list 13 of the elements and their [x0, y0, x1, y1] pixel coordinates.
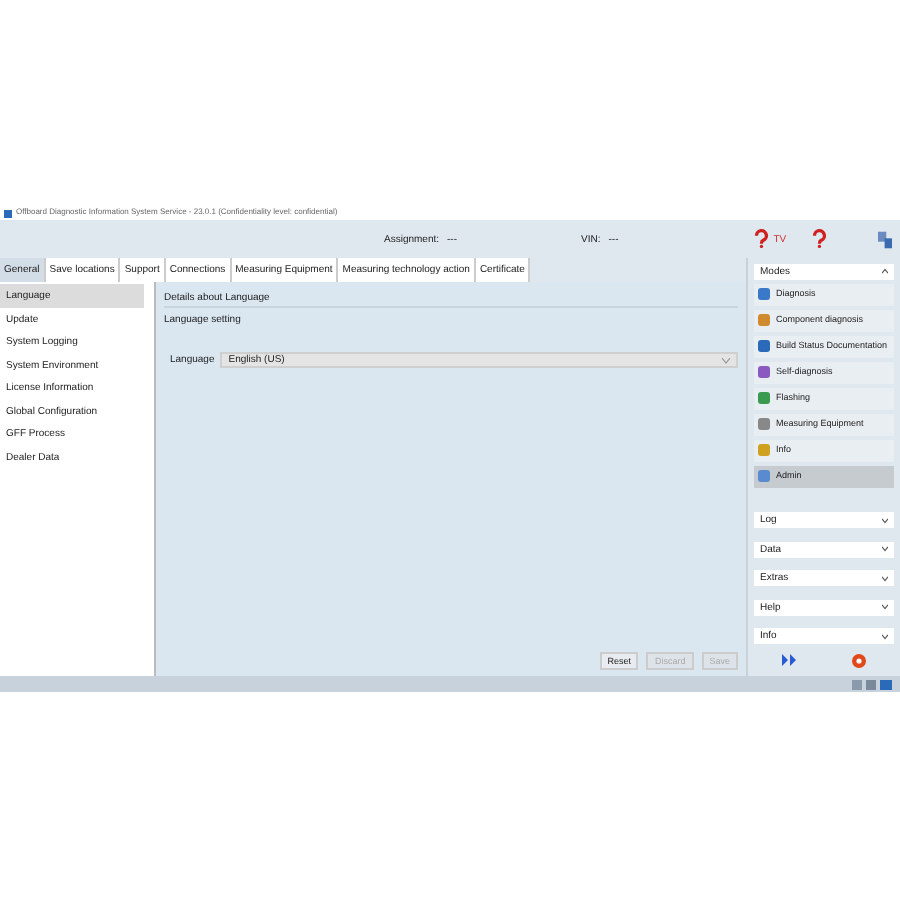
stop-icon[interactable]: [852, 653, 867, 667]
help-icon[interactable]: [812, 228, 828, 250]
caret-icon: [882, 517, 888, 524]
forward-icon[interactable]: [781, 654, 798, 666]
caret-icon: [882, 604, 888, 611]
caret-icon: [882, 633, 888, 640]
caret-icon: [882, 546, 888, 553]
caret-icon: [722, 357, 730, 363]
caret-icon: [882, 268, 888, 275]
app-icon: [4, 209, 12, 217]
network-icon[interactable]: [877, 229, 892, 249]
caret-icon: [882, 575, 888, 582]
help-icon[interactable]: [754, 228, 770, 250]
